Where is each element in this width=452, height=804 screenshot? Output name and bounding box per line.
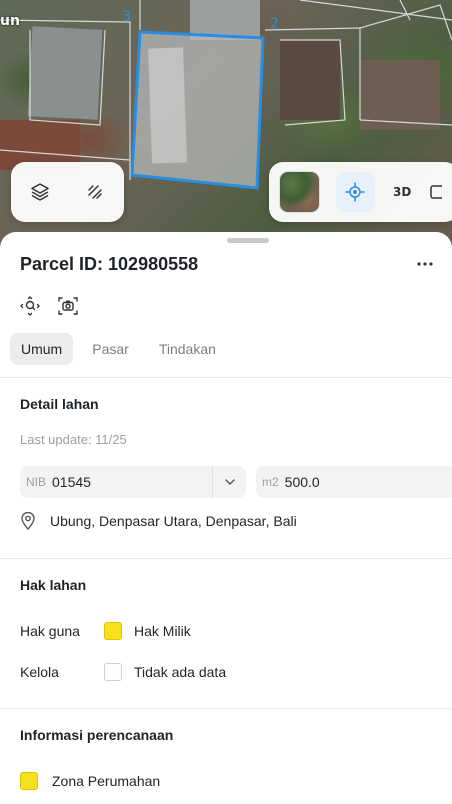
- parcel-title: Parcel ID: 102980558: [20, 254, 199, 274]
- rights-row-kelola: Kelola Tidak ada data: [20, 663, 226, 681]
- drag-handle[interactable]: [227, 238, 269, 243]
- camera-scan-icon: [58, 297, 78, 315]
- more-view-button[interactable]: [429, 172, 449, 212]
- satellite-map[interactable]: un 3 2 3D: [0, 0, 452, 250]
- divider: [0, 377, 452, 378]
- parcel-sheet: Parcel ID: 102980558 Umum Pasar Tindakan…: [0, 232, 452, 804]
- 3d-button[interactable]: 3D: [383, 172, 422, 212]
- more-options-button[interactable]: [412, 252, 438, 276]
- measure-button[interactable]: [78, 172, 113, 212]
- tab-tindakan[interactable]: Tindakan: [148, 333, 227, 365]
- zone-color-swatch: [20, 772, 38, 790]
- layers-button[interactable]: [23, 172, 58, 212]
- chevron-down-icon[interactable]: [212, 466, 246, 498]
- 3d-label: 3D: [392, 185, 412, 199]
- parcel-tabs: Umum Pasar Tindakan: [10, 333, 227, 365]
- locate-button[interactable]: [335, 172, 375, 212]
- road-label: un: [0, 13, 20, 29]
- divider: [0, 558, 452, 559]
- rights-heading: Hak lahan: [20, 577, 87, 593]
- rights-label: Hak guna: [20, 623, 80, 639]
- vertex-label-3: 3: [122, 9, 131, 25]
- map-view-group: 3D: [269, 162, 452, 222]
- more-horizontal-icon: [417, 262, 433, 266]
- location-pin-icon: [21, 512, 35, 530]
- area-field: m2 500.0: [256, 466, 452, 498]
- last-update: Last update: 11/25: [20, 432, 127, 447]
- zone-value: Zona Perumahan: [52, 773, 161, 789]
- map-tools-group: [11, 162, 124, 222]
- nib-select[interactable]: NIB 01545: [20, 466, 246, 498]
- tab-pasar[interactable]: Pasar: [81, 333, 140, 365]
- rights-row-hak-guna: Hak guna Hak Milik: [20, 622, 191, 640]
- area-value: 500.0: [284, 474, 320, 490]
- rights-value: Hak Milik: [134, 623, 191, 639]
- zone-row: Zona Perumahan: [20, 772, 160, 790]
- layers-icon: [31, 183, 49, 201]
- measure-icon: [88, 185, 102, 199]
- nib-prefix: NIB: [26, 475, 47, 489]
- crosshair-icon: [345, 182, 366, 202]
- basemap-thumbnail[interactable]: [279, 171, 320, 213]
- zoom-to-parcel-button[interactable]: [18, 294, 42, 318]
- area-prefix: m2: [262, 475, 279, 489]
- parcel-actions: [18, 294, 80, 318]
- screenshot-button[interactable]: [56, 294, 80, 318]
- nib-value: 01545: [52, 474, 91, 490]
- color-swatch: [104, 622, 122, 640]
- divider: [0, 708, 452, 709]
- fullscreen-icon: [429, 185, 442, 199]
- vertex-label-2: 2: [270, 16, 279, 32]
- planning-heading: Informasi perencanaan: [20, 727, 174, 743]
- detail-heading: Detail lahan: [20, 396, 99, 412]
- location-row: Ubung, Denpasar Utara, Denpasar, Bali: [20, 512, 297, 530]
- tab-umum[interactable]: Umum: [10, 333, 74, 365]
- color-swatch: [104, 663, 122, 681]
- zoom-to-icon: [20, 296, 40, 316]
- location-text: Ubung, Denpasar Utara, Denpasar, Bali: [50, 513, 297, 529]
- rights-label: Kelola: [20, 664, 59, 680]
- rights-value: Tidak ada data: [134, 664, 227, 680]
